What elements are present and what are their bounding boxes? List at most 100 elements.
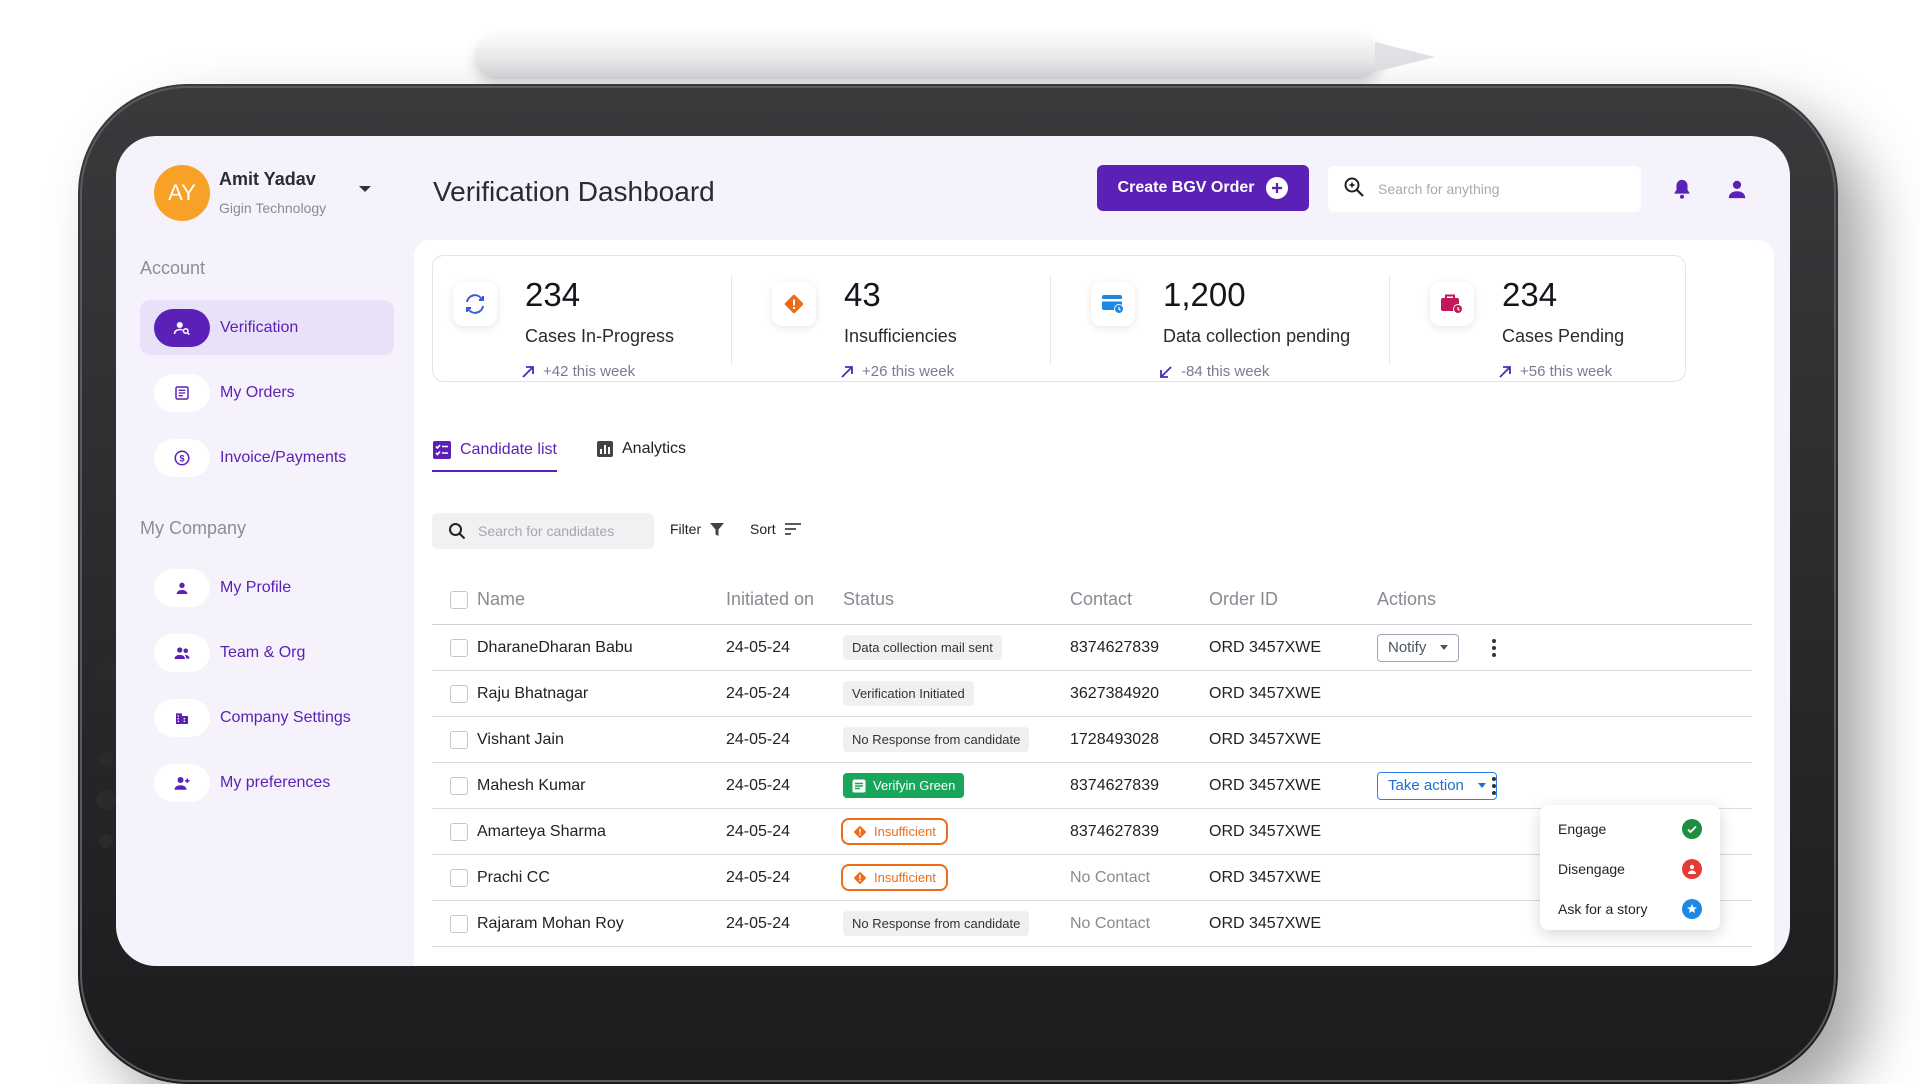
account-chevron-down-icon[interactable] <box>359 186 371 192</box>
candidate-name: Mahesh Kumar <box>477 776 586 794</box>
status-badge: Insufficient <box>841 864 948 891</box>
person-off-icon <box>1682 859 1702 879</box>
caret-down-icon <box>1477 783 1486 788</box>
sidebar-item-verification[interactable]: Verification <box>140 300 394 355</box>
dollar-icon: $ <box>154 438 210 477</box>
row-checkbox[interactable] <box>450 914 468 933</box>
table-row[interactable]: Mahesh Kumar 24-05-24 Verifyin Green 837… <box>432 763 1752 809</box>
take-action-dropdown-button[interactable]: Take action <box>1377 771 1497 800</box>
bell-icon[interactable] <box>1668 175 1696 203</box>
initiated-date: 24-05-24 <box>726 822 791 840</box>
warning-diamond-icon <box>772 282 816 326</box>
row-checkbox[interactable] <box>450 868 468 887</box>
sidebar-item-label: Team & Org <box>220 643 306 661</box>
check-circle-icon <box>1682 819 1702 839</box>
menu-item-ask-for-story[interactable]: Ask for a story <box>1540 889 1720 929</box>
page-title: Verification Dashboard <box>433 176 715 207</box>
arrow-up-right-icon <box>522 365 534 378</box>
menu-item-disengage[interactable]: Disengage <box>1540 849 1720 889</box>
select-all-checkbox[interactable] <box>450 590 468 609</box>
table-row[interactable]: Vishant Jain 24-05-24 No Response from c… <box>432 717 1752 763</box>
stat-card[interactable]: 234 Cases In-Progress +42 this week <box>433 256 733 381</box>
candidate-name: DharaneDharan Babu <box>477 638 633 656</box>
section-label-company: My Company <box>140 518 247 538</box>
tab-analytics[interactable]: Analytics <box>596 440 686 468</box>
row-checkbox[interactable] <box>450 684 468 703</box>
sidebar-item-invoice-payments[interactable]: $ Invoice/Payments <box>140 430 394 485</box>
table-row[interactable]: DharaneDharan Babu 24-05-24 Data collect… <box>432 625 1752 671</box>
person-icon <box>154 568 210 607</box>
more-vert-icon[interactable] <box>1488 638 1500 657</box>
column-header[interactable]: Contact <box>1070 575 1132 624</box>
contact: 8374627839 <box>1070 776 1159 794</box>
sparkle-search-icon <box>1342 175 1366 204</box>
app-screen: AY Amit Yadav Gigin Technology Account V… <box>116 136 1790 966</box>
warning-diamond-icon <box>854 871 866 884</box>
caret-down-icon <box>1440 645 1449 650</box>
menu-item-engage[interactable]: Engage <box>1540 809 1720 849</box>
stat-value: 234 <box>1502 276 1558 313</box>
svg-text:$: $ <box>179 453 184 463</box>
initiated-date: 24-05-24 <box>726 730 791 748</box>
stat-trend: +42 this week <box>521 363 635 380</box>
column-header[interactable]: Name <box>477 575 525 624</box>
sidebar-item-label: Company Settings <box>220 708 351 726</box>
tab-candidate-list[interactable]: Candidate list <box>432 440 557 472</box>
stat-card[interactable]: 234 Cases Pending +56 this week <box>1410 256 1686 381</box>
stat-trend: +26 this week <box>840 363 954 380</box>
avatar[interactable]: AY <box>154 165 210 221</box>
row-checkbox[interactable] <box>450 638 468 657</box>
checklist-icon <box>433 441 451 459</box>
sidebar-item-my-profile[interactable]: My Profile <box>140 560 394 615</box>
row-checkbox[interactable] <box>450 822 468 841</box>
more-vert-icon[interactable] <box>1488 776 1500 795</box>
status-badge: No Response from candidate <box>843 911 1030 936</box>
create-button-label: Create BGV Order <box>1117 179 1255 196</box>
arrow-up-right-icon <box>841 365 853 378</box>
card-clock-icon <box>1091 282 1135 326</box>
candidate-name: Raju Bhatnagar <box>477 684 589 702</box>
initiated-date: 24-05-24 <box>726 684 791 702</box>
stat-label: Data collection pending <box>1163 326 1351 346</box>
row-checkbox[interactable] <box>450 776 468 795</box>
profile-icon[interactable] <box>1723 175 1751 203</box>
contact: 8374627839 <box>1070 638 1159 656</box>
plus-icon <box>1266 177 1289 199</box>
column-header[interactable]: Status <box>843 575 894 624</box>
candidate-search[interactable] <box>432 513 654 549</box>
stat-divider <box>1389 275 1390 365</box>
table-header: Name Initiated on Status Contact Order I… <box>432 575 1752 625</box>
sidebar-item-team-org[interactable]: Team & Org <box>140 625 394 680</box>
orders-icon <box>154 373 210 412</box>
row-checkbox[interactable] <box>450 730 468 749</box>
stat-label: Insufficiencies <box>844 326 957 346</box>
column-header[interactable]: Actions <box>1377 575 1436 624</box>
column-header[interactable]: Order ID <box>1209 575 1278 624</box>
filter-button[interactable]: Filter <box>670 521 725 537</box>
stat-card[interactable]: 1,200 Data collection pending -84 this w… <box>1071 256 1391 381</box>
take-action-menu: Engage Disengage Ask for a story <box>1540 805 1720 930</box>
global-search[interactable] <box>1328 166 1641 212</box>
side-dot <box>99 752 113 766</box>
table-row[interactable]: Raju Bhatnagar 24-05-24 Verification Ini… <box>432 671 1752 717</box>
bar-chart-icon <box>597 441 613 457</box>
sidebar-item-label: My Orders <box>220 383 295 401</box>
create-bgv-order-button[interactable]: Create BGV Order <box>1097 165 1309 211</box>
order-id: ORD 3457XWE <box>1209 914 1322 932</box>
column-header[interactable]: Initiated on <box>726 575 814 624</box>
sidebar-item-my-orders[interactable]: My Orders <box>140 365 394 420</box>
candidate-name: Rajaram Mohan Roy <box>477 914 624 932</box>
sidebar-item-my-preferences[interactable]: My preferences <box>140 755 394 810</box>
stat-label: Cases In-Progress <box>525 326 675 346</box>
person-add-icon <box>154 763 210 802</box>
status-badge: Insufficient <box>841 818 948 845</box>
stylus-pencil <box>475 35 1435 79</box>
candidate-search-input[interactable] <box>478 523 648 539</box>
side-dot <box>96 790 116 810</box>
notify-dropdown-button[interactable]: Notify <box>1377 633 1460 662</box>
sort-button[interactable]: Sort <box>750 521 802 537</box>
arrow-up-right-icon <box>1499 365 1511 378</box>
sidebar-item-company-settings[interactable]: Company Settings <box>140 690 394 745</box>
stat-card[interactable]: 43 Insufficiencies +26 this week <box>752 256 1052 381</box>
global-search-input[interactable] <box>1378 181 1618 197</box>
